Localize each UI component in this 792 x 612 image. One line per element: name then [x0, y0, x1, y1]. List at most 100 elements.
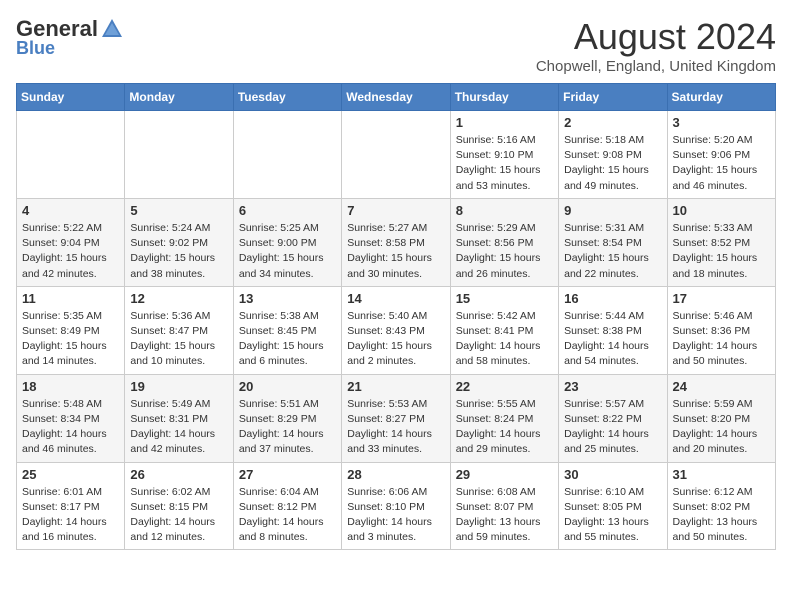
calendar-cell: 30 Sunrise: 6:10 AM Sunset: 8:05 PM Dayli…	[559, 462, 667, 550]
calendar-table: SundayMondayTuesdayWednesdayThursdayFrid…	[16, 83, 776, 550]
calendar-cell: 10Sunrise: 5:33 AM Sunset: 8:52 PM Dayli…	[667, 198, 775, 286]
day-number: 25	[22, 467, 119, 482]
calendar-cell: 15 Sunrise: 5:42 AM Sunset: 8:41 PM Dayli…	[450, 286, 558, 374]
day-number: 23	[564, 379, 661, 394]
day-number: 12	[130, 291, 227, 306]
day-number: 1	[456, 115, 553, 130]
title-block: August 2024 Chopwell, England, United Ki…	[536, 16, 776, 75]
day-of-week-header: Saturday	[667, 84, 775, 111]
day-number: 16	[564, 291, 661, 306]
day-number: 15	[456, 291, 553, 306]
calendar-cell: 13 Sunrise: 5:38 AM Sunset: 8:45 PM Dayli…	[233, 286, 341, 374]
logo: General Blue	[16, 16, 124, 59]
day-number: 19	[130, 379, 227, 394]
day-detail: Sunrise: 5:25 AM Sunset: 9:00 PM Dayligh…	[239, 221, 336, 282]
day-of-week-header: Friday	[559, 84, 667, 111]
day-number: 20	[239, 379, 336, 394]
calendar-cell: 26Sunrise: 6:02 AM Sunset: 8:15 PM Dayli…	[125, 462, 233, 550]
day-number: 10	[673, 203, 770, 218]
day-detail: Sunrise: 5:59 AM Sunset: 8:20 PM Dayligh…	[673, 397, 770, 458]
day-of-week-header: Tuesday	[233, 84, 341, 111]
day-detail: Sunrise: 5:49 AM Sunset: 8:31 PM Dayligh…	[130, 397, 227, 458]
day-number: 14	[347, 291, 444, 306]
day-number: 30	[564, 467, 661, 482]
day-detail: Sunrise: 5:55 AM Sunset: 8:24 PM Dayligh…	[456, 397, 553, 458]
day-detail: Sunrise: 5:42 AM Sunset: 8:41 PM Dayligh…	[456, 309, 553, 370]
calendar-cell: 11 Sunrise: 5:35 AM Sunset: 8:49 PM Dayli…	[17, 286, 125, 374]
day-detail: Sunrise: 5:24 AM Sunset: 9:02 PM Dayligh…	[130, 221, 227, 282]
calendar-cell: 16 Sunrise: 5:44 AM Sunset: 8:38 PM Dayli…	[559, 286, 667, 374]
day-detail: Sunrise: 5:53 AM Sunset: 8:27 PM Dayligh…	[347, 397, 444, 458]
calendar-cell: 9 Sunrise: 5:31 AM Sunset: 8:54 PM Daylig…	[559, 198, 667, 286]
page-header: General Blue August 2024 Chopwell, Engla…	[16, 16, 776, 75]
calendar-cell: 1 Sunrise: 5:16 AM Sunset: 9:10 PM Daylig…	[450, 111, 558, 199]
calendar-cell: 20 Sunrise: 5:51 AM Sunset: 8:29 PM Dayli…	[233, 374, 341, 462]
calendar-cell: 27Sunrise: 6:04 AM Sunset: 8:12 PM Dayli…	[233, 462, 341, 550]
day-of-week-header: Thursday	[450, 84, 558, 111]
month-title: August 2024	[536, 16, 776, 58]
calendar-cell: 29 Sunrise: 6:08 AM Sunset: 8:07 PM Dayli…	[450, 462, 558, 550]
day-number: 8	[456, 203, 553, 218]
calendar-cell: 18 Sunrise: 5:48 AM Sunset: 8:34 PM Dayli…	[17, 374, 125, 462]
day-detail: Sunrise: 5:36 AM Sunset: 8:47 PM Dayligh…	[130, 309, 227, 370]
day-detail: Sunrise: 5:31 AM Sunset: 8:54 PM Dayligh…	[564, 221, 661, 282]
day-detail: Sunrise: 6:06 AM Sunset: 8:10 PM Dayligh…	[347, 485, 444, 546]
day-detail: Sunrise: 5:40 AM Sunset: 8:43 PM Dayligh…	[347, 309, 444, 370]
calendar-cell: 7 Sunrise: 5:27 AM Sunset: 8:58 PM Daylig…	[342, 198, 450, 286]
calendar-cell: 23 Sunrise: 5:57 AM Sunset: 8:22 PM Dayli…	[559, 374, 667, 462]
day-number: 24	[673, 379, 770, 394]
day-number: 7	[347, 203, 444, 218]
day-detail: Sunrise: 5:16 AM Sunset: 9:10 PM Dayligh…	[456, 133, 553, 194]
day-detail: Sunrise: 6:01 AM Sunset: 8:17 PM Dayligh…	[22, 485, 119, 546]
day-number: 9	[564, 203, 661, 218]
day-number: 6	[239, 203, 336, 218]
day-number: 17	[673, 291, 770, 306]
location-subtitle: Chopwell, England, United Kingdom	[536, 58, 776, 75]
day-detail: Sunrise: 6:12 AM Sunset: 8:02 PM Dayligh…	[673, 485, 770, 546]
day-number: 29	[456, 467, 553, 482]
day-detail: Sunrise: 5:35 AM Sunset: 8:49 PM Dayligh…	[22, 309, 119, 370]
day-detail: Sunrise: 5:48 AM Sunset: 8:34 PM Dayligh…	[22, 397, 119, 458]
day-number: 11	[22, 291, 119, 306]
day-detail: Sunrise: 5:18 AM Sunset: 9:08 PM Dayligh…	[564, 133, 661, 194]
day-detail: Sunrise: 6:10 AM Sunset: 8:05 PM Dayligh…	[564, 485, 661, 546]
day-number: 31	[673, 467, 770, 482]
day-detail: Sunrise: 5:27 AM Sunset: 8:58 PM Dayligh…	[347, 221, 444, 282]
day-detail: Sunrise: 5:51 AM Sunset: 8:29 PM Dayligh…	[239, 397, 336, 458]
day-number: 28	[347, 467, 444, 482]
day-of-week-header: Sunday	[17, 84, 125, 111]
calendar-cell: 31 Sunrise: 6:12 AM Sunset: 8:02 PM Dayli…	[667, 462, 775, 550]
calendar-cell: 17 Sunrise: 5:46 AM Sunset: 8:36 PM Dayli…	[667, 286, 775, 374]
calendar-cell: 21 Sunrise: 5:53 AM Sunset: 8:27 PM Dayli…	[342, 374, 450, 462]
calendar-cell: 12 Sunrise: 5:36 AM Sunset: 8:47 PM Dayli…	[125, 286, 233, 374]
day-number: 18	[22, 379, 119, 394]
calendar-cell: 3 Sunrise: 5:20 AM Sunset: 9:06 PM Daylig…	[667, 111, 775, 199]
day-detail: Sunrise: 5:46 AM Sunset: 8:36 PM Dayligh…	[673, 309, 770, 370]
day-detail: Sunrise: 6:08 AM Sunset: 8:07 PM Dayligh…	[456, 485, 553, 546]
calendar-cell: 14 Sunrise: 5:40 AM Sunset: 8:43 PM Dayli…	[342, 286, 450, 374]
day-of-week-header: Monday	[125, 84, 233, 111]
calendar-cell	[17, 111, 125, 199]
day-number: 21	[347, 379, 444, 394]
day-detail: Sunrise: 5:44 AM Sunset: 8:38 PM Dayligh…	[564, 309, 661, 370]
calendar-cell: 2 Sunrise: 5:18 AM Sunset: 9:08 PM Daylig…	[559, 111, 667, 199]
calendar-cell: 5Sunrise: 5:24 AM Sunset: 9:02 PM Daylig…	[125, 198, 233, 286]
calendar-cell: 4 Sunrise: 5:22 AM Sunset: 9:04 PM Daylig…	[17, 198, 125, 286]
day-of-week-header: Wednesday	[342, 84, 450, 111]
calendar-cell: 28 Sunrise: 6:06 AM Sunset: 8:10 PM Dayli…	[342, 462, 450, 550]
calendar-cell: 19 Sunrise: 5:49 AM Sunset: 8:31 PM Dayli…	[125, 374, 233, 462]
day-detail: Sunrise: 6:04 AM Sunset: 8:12 PM Dayligh…	[239, 485, 336, 546]
day-number: 3	[673, 115, 770, 130]
day-number: 2	[564, 115, 661, 130]
day-detail: Sunrise: 5:22 AM Sunset: 9:04 PM Dayligh…	[22, 221, 119, 282]
day-number: 13	[239, 291, 336, 306]
calendar-cell: 22 Sunrise: 5:55 AM Sunset: 8:24 PM Dayli…	[450, 374, 558, 462]
day-number: 4	[22, 203, 119, 218]
day-number: 22	[456, 379, 553, 394]
day-detail: Sunrise: 5:57 AM Sunset: 8:22 PM Dayligh…	[564, 397, 661, 458]
day-detail: Sunrise: 5:38 AM Sunset: 8:45 PM Dayligh…	[239, 309, 336, 370]
calendar-cell	[342, 111, 450, 199]
calendar-cell	[233, 111, 341, 199]
calendar-cell: 24 Sunrise: 5:59 AM Sunset: 8:20 PM Dayli…	[667, 374, 775, 462]
day-detail: Sunrise: 5:20 AM Sunset: 9:06 PM Dayligh…	[673, 133, 770, 194]
